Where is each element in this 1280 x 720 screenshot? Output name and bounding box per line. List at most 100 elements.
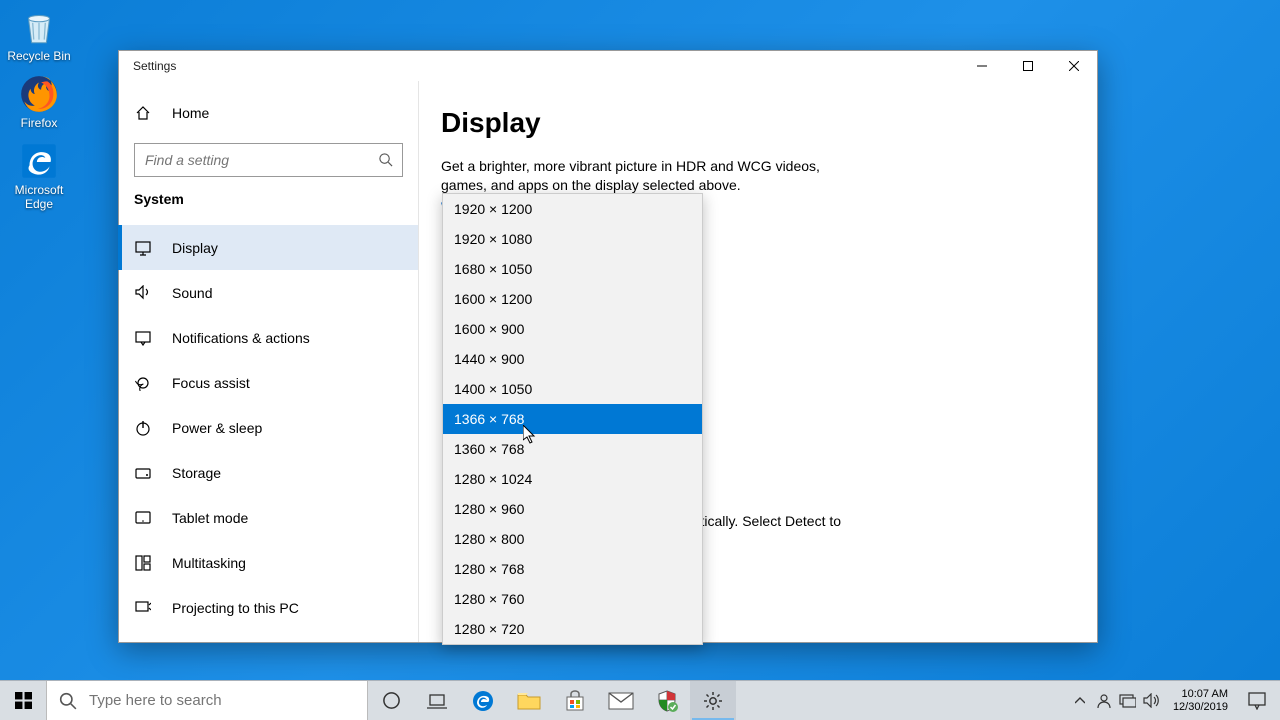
desktop-icon-label: Microsoft Edge [4, 184, 74, 210]
taskbar-security[interactable] [644, 681, 690, 720]
close-button[interactable] [1051, 51, 1097, 81]
system-tray: 10:07 AM 12/30/2019 [1071, 681, 1280, 720]
cortana-button[interactable] [368, 681, 414, 720]
tray-network[interactable] [1119, 692, 1137, 710]
clock-time: 10:07 AM [1182, 688, 1228, 701]
folder-icon [517, 691, 541, 711]
sidebar-item-label: Sound [172, 285, 212, 301]
sidebar-item-label: Notifications & actions [172, 330, 310, 346]
search-icon [59, 692, 77, 710]
tray-volume[interactable] [1143, 692, 1161, 710]
page-heading: Display [441, 107, 1057, 139]
window-titlebar[interactable]: Settings [119, 51, 1097, 81]
desktop-icon-label: Firefox [21, 117, 58, 130]
sidebar-item-sound[interactable]: Sound [119, 270, 418, 315]
resolution-option[interactable]: 1920 × 1200 [443, 194, 702, 224]
sidebar-item-focus-assist[interactable]: Focus assist [119, 360, 418, 405]
desktop-icon-edge[interactable]: Microsoft Edge [4, 140, 74, 210]
resolution-option[interactable]: 1600 × 1200 [443, 284, 702, 314]
sidebar-item-label: Projecting to this PC [172, 600, 299, 616]
sidebar-item-notifications[interactable]: Notifications & actions [119, 315, 418, 360]
speaker-icon [1143, 693, 1160, 708]
sidebar-item-tablet-mode[interactable]: Tablet mode [119, 495, 418, 540]
resolution-option[interactable]: 1680 × 1050 [443, 254, 702, 284]
search-icon [378, 152, 394, 168]
action-center-button[interactable] [1240, 692, 1274, 710]
start-button[interactable] [0, 681, 46, 720]
sidebar-item-label: Display [172, 240, 218, 256]
resolution-dropdown[interactable]: 1920 × 12001920 × 10801680 × 10501600 × … [442, 193, 703, 645]
resolution-option[interactable]: 1280 × 1024 [443, 464, 702, 494]
desktop-icon-firefox[interactable]: Firefox [4, 73, 74, 130]
taskbar-edge[interactable] [460, 681, 506, 720]
focus-assist-icon [134, 374, 152, 392]
resolution-option[interactable]: 1366 × 768 [443, 404, 702, 434]
resolution-option[interactable]: 1600 × 900 [443, 314, 702, 344]
tray-chevron[interactable] [1071, 692, 1089, 710]
task-view-icon [427, 693, 447, 709]
edge-icon [18, 140, 60, 182]
sidebar-item-label: Multitasking [172, 555, 246, 571]
multitasking-icon [134, 554, 152, 572]
sidebar-search[interactable] [134, 143, 403, 177]
resolution-option[interactable]: 1920 × 1080 [443, 224, 702, 254]
minimize-button[interactable] [959, 51, 1005, 81]
taskbar: 10:07 AM 12/30/2019 [0, 680, 1280, 720]
resolution-option[interactable]: 1360 × 768 [443, 434, 702, 464]
sidebar-item-label: Storage [172, 465, 221, 481]
firefox-icon [18, 73, 60, 115]
power-sleep-icon [134, 419, 152, 437]
store-icon [564, 690, 586, 712]
recycle-bin-icon [18, 6, 60, 48]
sidebar-item-storage[interactable]: Storage [119, 450, 418, 495]
sidebar-item-projecting[interactable]: Projecting to this PC [119, 585, 418, 630]
maximize-button[interactable] [1005, 51, 1051, 81]
close-icon [1069, 61, 1079, 71]
taskbar-settings[interactable] [690, 681, 736, 720]
resolution-option[interactable]: 1440 × 900 [443, 344, 702, 374]
resolution-option[interactable]: 1280 × 760 [443, 584, 702, 614]
resolution-option[interactable]: 1400 × 1050 [443, 374, 702, 404]
sidebar-item-label: Tablet mode [172, 510, 248, 526]
taskbar-search[interactable] [46, 681, 368, 720]
network-icon [1119, 694, 1136, 708]
notification-icon [1248, 692, 1266, 710]
notifications-icon [134, 329, 152, 347]
resolution-option[interactable]: 1280 × 800 [443, 524, 702, 554]
taskbar-file-explorer[interactable] [506, 681, 552, 720]
resolution-option[interactable]: 1280 × 960 [443, 494, 702, 524]
sidebar: Home System DisplaySoundNotifications & … [119, 81, 419, 642]
clock-date: 12/30/2019 [1173, 701, 1228, 714]
task-view-button[interactable] [414, 681, 460, 720]
gear-icon [703, 691, 723, 711]
taskbar-store[interactable] [552, 681, 598, 720]
sidebar-item-label: Focus assist [172, 375, 250, 391]
sidebar-home[interactable]: Home [119, 91, 418, 135]
sidebar-item-display[interactable]: Display [119, 225, 418, 270]
sound-icon [134, 284, 152, 302]
taskbar-mail[interactable] [598, 681, 644, 720]
minimize-icon [977, 61, 987, 71]
windows-logo-icon [15, 692, 32, 709]
home-icon [134, 104, 152, 122]
sidebar-item-multitasking[interactable]: Multitasking [119, 540, 418, 585]
content-body: Get a brighter, more vibrant picture in … [441, 157, 861, 195]
tray-people[interactable] [1095, 692, 1113, 710]
shield-icon [656, 690, 678, 712]
desktop-icon-recycle-bin[interactable]: Recycle Bin [4, 6, 74, 63]
edge-small-icon [471, 689, 495, 713]
sidebar-item-power-sleep[interactable]: Power & sleep [119, 405, 418, 450]
taskbar-search-input[interactable] [89, 692, 367, 709]
desktop-icon-label: Recycle Bin [7, 50, 70, 63]
resolution-option[interactable]: 1280 × 720 [443, 614, 702, 644]
search-input[interactable] [145, 152, 378, 168]
cortana-icon [382, 691, 401, 710]
storage-icon [134, 464, 152, 482]
resolution-option[interactable]: 1280 × 768 [443, 554, 702, 584]
mail-icon [608, 692, 634, 710]
maximize-icon [1023, 61, 1033, 71]
text-fragment: matically. Select Detect to [681, 513, 841, 529]
tablet-mode-icon [134, 509, 152, 527]
chevron-up-icon [1075, 697, 1085, 705]
taskbar-clock[interactable]: 10:07 AM 12/30/2019 [1167, 688, 1234, 713]
